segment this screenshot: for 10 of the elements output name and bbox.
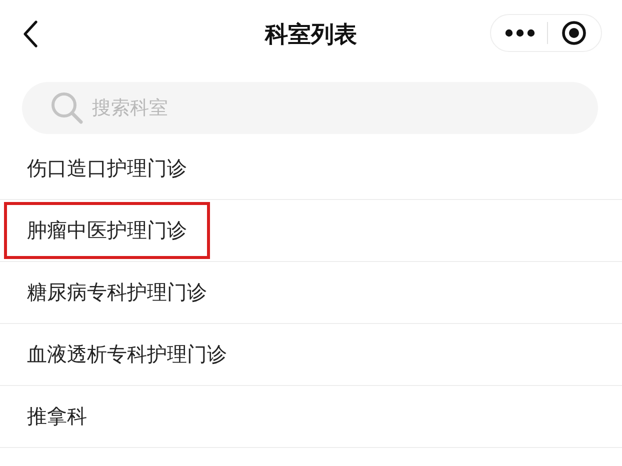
back-icon[interactable] bbox=[22, 20, 38, 48]
department-item[interactable]: 肿瘤中医护理门诊 bbox=[4, 202, 210, 259]
search-field[interactable]: 搜索科室 bbox=[22, 82, 598, 134]
department-item[interactable]: 血液透析专科护理门诊 bbox=[4, 326, 250, 383]
page-title: 科室列表 bbox=[265, 20, 357, 50]
department-item[interactable]: 糖尿病专科护理门诊 bbox=[4, 264, 230, 321]
search-icon bbox=[50, 91, 84, 125]
department-item[interactable]: 伤口造口护理门诊 bbox=[4, 140, 210, 197]
department-item[interactable]: 推拿科 bbox=[4, 388, 110, 445]
more-icon[interactable] bbox=[505, 29, 536, 37]
